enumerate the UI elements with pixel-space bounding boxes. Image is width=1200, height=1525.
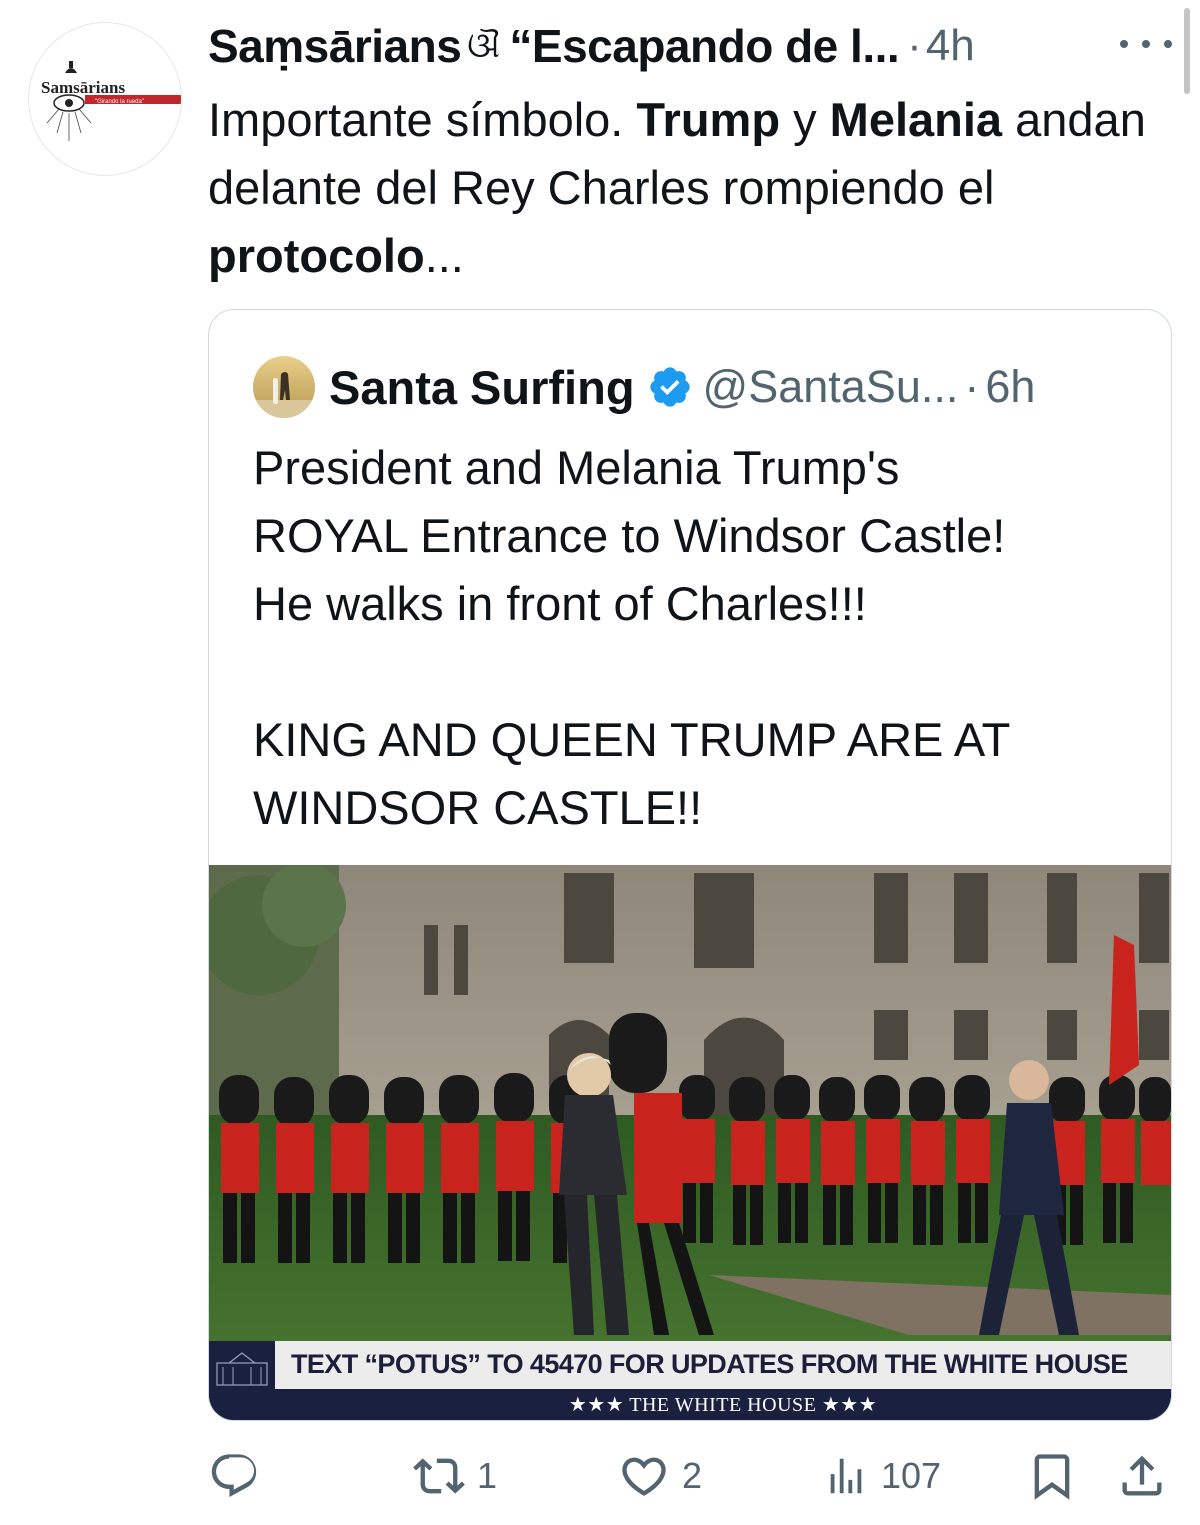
ticker-text: TEXT “POTUS” TO 45470 FOR UPDATES FROM T… [291, 1349, 1128, 1379]
views-icon [830, 1458, 862, 1494]
post-header: Saṃsārians ଔ “Escapando de l... · 4h [208, 18, 1108, 74]
bookmark-icon [1034, 1454, 1070, 1500]
share-button[interactable] [1116, 1446, 1168, 1506]
author-name[interactable]: Saṃsārians [208, 19, 462, 73]
heart-icon [622, 1457, 666, 1496]
repost-icon [413, 1458, 465, 1494]
repost-button[interactable]: 1 [413, 1446, 497, 1506]
quoted-author-name[interactable]: Santa Surfing [329, 360, 635, 415]
more-options-icon[interactable] [1120, 22, 1172, 66]
post-text: Importante símbolo. Trump y Melania anda… [208, 86, 1158, 290]
svg-text:"Girando la rueda": "Girando la rueda" [95, 99, 144, 105]
repost-count: 1 [477, 1455, 498, 1496]
quoted-post[interactable]: Santa Surfing @SantaSu... · 6h President… [208, 309, 1172, 1421]
scrollbar[interactable] [1184, 8, 1190, 94]
like-button[interactable]: 2 [618, 1446, 702, 1506]
quoted-time[interactable]: 6h [985, 361, 1035, 413]
white-house-seal-icon [209, 1341, 275, 1420]
quoted-text: President and Melania Trump's ROYAL Entr… [253, 441, 1011, 834]
reply-button[interactable] [208, 1446, 260, 1506]
share-icon [1122, 1455, 1162, 1496]
reply-icon [211, 1454, 257, 1498]
quoted-avatar[interactable] [253, 356, 315, 418]
post-text-bold: Trump [636, 93, 781, 146]
views-count: 107 [881, 1455, 942, 1496]
author-name-tail[interactable]: “Escapando de l... [509, 19, 899, 73]
post-text-bold: Melania [829, 93, 1003, 146]
samsarians-logo: Samsārians "Girando la rueda" [41, 61, 181, 141]
ticker-footer: ★★★ THE WHITE HOUSE ★★★ [275, 1389, 1171, 1420]
post-text-part: ... [424, 229, 464, 282]
action-bar: 1 2 107 [208, 1446, 1178, 1506]
verified-badge-icon [649, 367, 690, 407]
post-time[interactable]: 4h [926, 21, 975, 71]
author-name-symbol: ଔ [467, 26, 500, 65]
news-ticker: TEXT “POTUS” TO 45470 FOR UPDATES FROM T… [209, 1341, 1171, 1420]
views-button[interactable]: 107 [823, 1446, 941, 1506]
post-text-part: Importante símbolo. [208, 93, 637, 146]
author-avatar[interactable]: Samsārians "Girando la rueda" [28, 22, 182, 176]
windsor-castle-image [209, 865, 1171, 1420]
quoted-handle[interactable]: @SantaSu... [703, 361, 959, 413]
quoted-separator: · [964, 361, 980, 412]
post-text-part: y [780, 93, 830, 146]
header-separator: · [907, 21, 922, 70]
quoted-media-video[interactable]: TEXT “POTUS” TO 45470 FOR UPDATES FROM T… [209, 865, 1171, 1420]
quoted-header: Santa Surfing @SantaSu... · 6h [253, 354, 1035, 420]
bookmark-button[interactable] [1026, 1446, 1078, 1506]
post-text-bold: protocolo [208, 229, 425, 282]
like-count: 2 [682, 1455, 703, 1496]
svg-text:Samsārians: Samsārians [41, 78, 125, 97]
